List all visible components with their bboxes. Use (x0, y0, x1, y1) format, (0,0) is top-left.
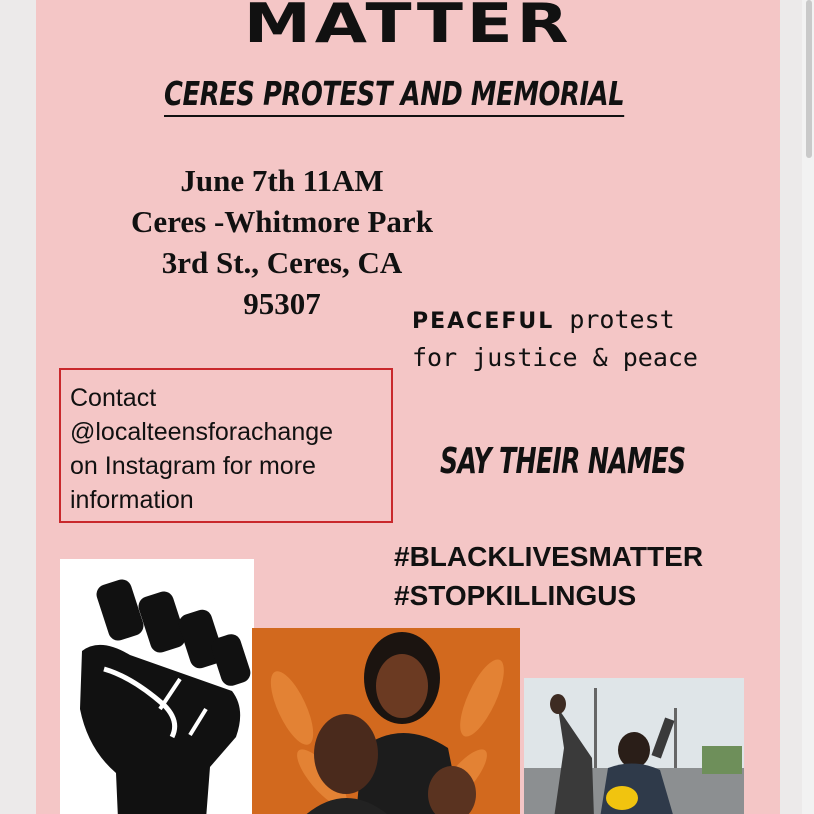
memorial-portrait-collage (252, 628, 520, 814)
contact-instagram-handle: @localteensforachange (70, 418, 334, 446)
scrollbar-thumb[interactable] (806, 0, 812, 158)
protest-poster: MATTER CERES PROTEST AND MEMORIAL June 7… (36, 0, 780, 814)
contact-line-1: Contact (70, 384, 157, 412)
say-their-names: SAY THEIR NAMES (440, 441, 686, 482)
poster-headline: MATTER (243, 0, 573, 55)
peaceful-protest-text: PEACEFUL protest for justice & peace (412, 302, 698, 376)
contact-line-3: on Instagram for more (70, 452, 316, 480)
hashtag-stopkillingus: #STOPKILLINGUS (394, 580, 637, 611)
protest-crowd-photo (524, 678, 744, 814)
peaceful-rest: protest (569, 305, 675, 334)
contact-box: Contact @localteensforachange on Instagr… (59, 368, 393, 523)
hashtags: #BLACKLIVESMATTER #STOPKILLINGUS (394, 537, 703, 615)
event-venue: Ceres -Whitmore Park (131, 204, 433, 239)
fist-image (60, 559, 254, 814)
raised-fist-icon (80, 579, 251, 814)
contact-line-4: information (70, 486, 194, 514)
peaceful-line2: for justice & peace (412, 343, 698, 372)
event-street: 3rd St., Ceres, CA (161, 245, 403, 280)
event-date-time: June 7th 11AM (180, 163, 384, 198)
peaceful-word: PEACEFUL (412, 309, 555, 334)
page-scrollbar[interactable] (802, 0, 814, 814)
poster-subtitle: CERES PROTEST AND MEMORIAL (164, 74, 625, 117)
event-details: June 7th 11AM Ceres -Whitmore Park 3rd S… (72, 160, 492, 324)
hashtag-blacklivesmatter: #BLACKLIVESMATTER (394, 541, 704, 572)
